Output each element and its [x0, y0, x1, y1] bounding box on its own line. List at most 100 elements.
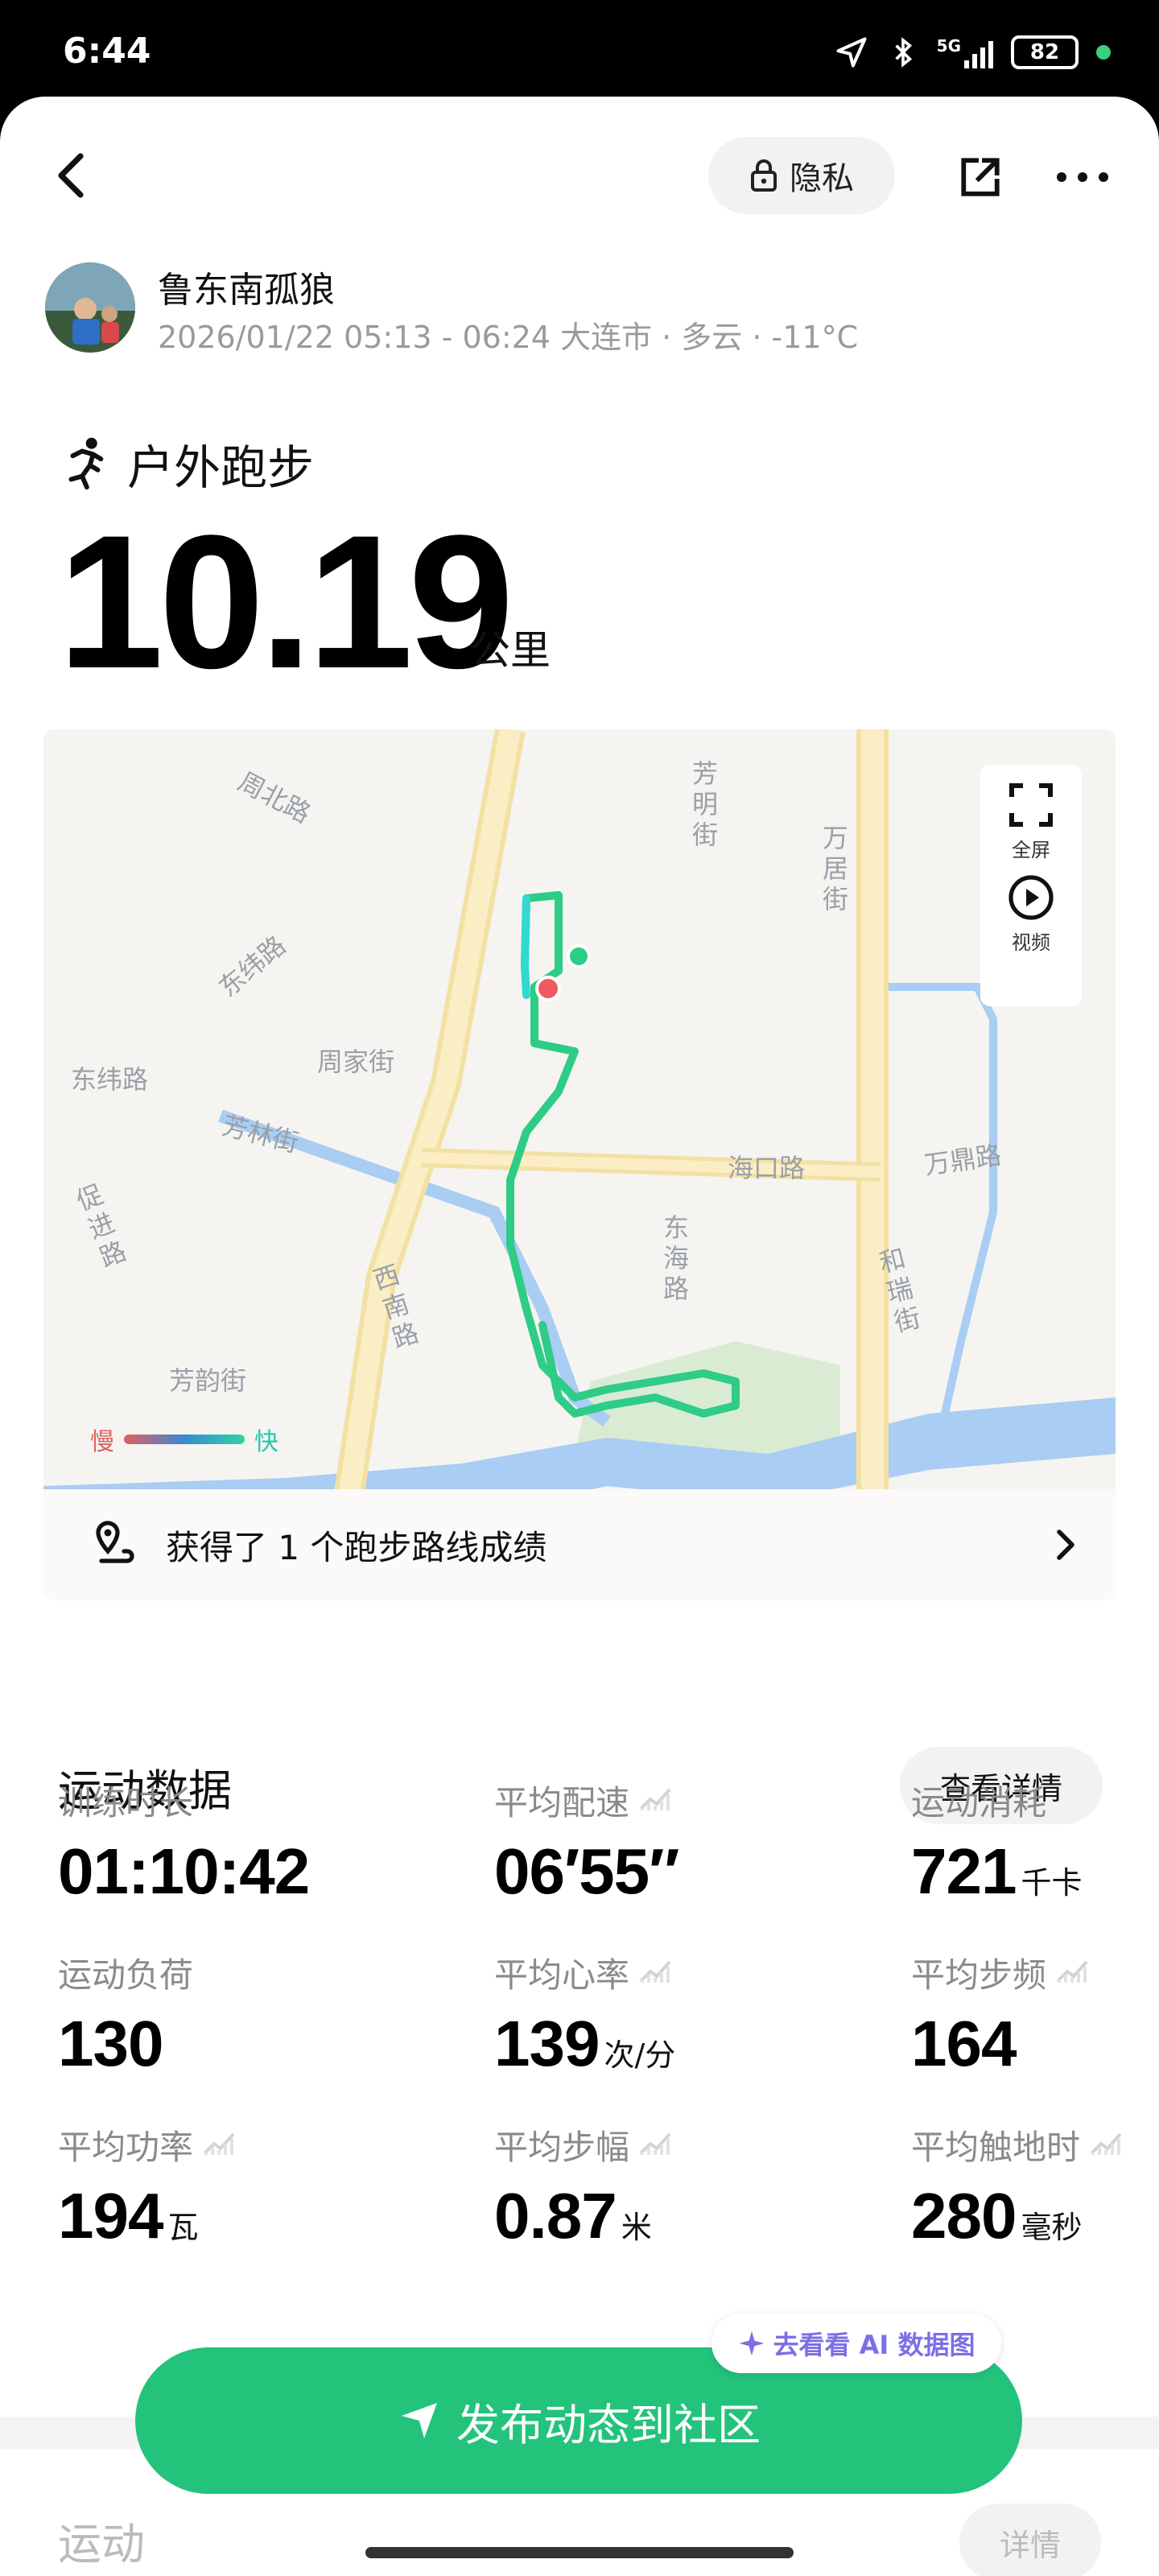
ai-chip-label: 去看看 AI 数据图	[773, 2330, 975, 2360]
trend-chart-icon[interactable]	[639, 1781, 674, 1820]
workout-meta: 2026/01/22 05:13 - 06:24 大连市 · 多云 · -11°…	[158, 320, 859, 355]
stat-label-text: 平均心率	[494, 1955, 630, 1995]
stat-value: 139	[494, 2008, 600, 2079]
end-marker	[535, 976, 561, 1001]
route-achievement-bar[interactable]: 获得了 1 个跑步路线成绩	[43, 1489, 1116, 1600]
stat-label-text: 运动负荷	[58, 1955, 194, 1995]
stat-value: 280	[911, 2180, 1017, 2252]
stat-value-row: 164	[911, 2007, 1091, 2081]
ai-data-chart-chip[interactable]: 去看看 AI 数据图	[711, 2314, 1001, 2373]
start-marker	[567, 944, 591, 968]
video-button[interactable]: 视频	[1007, 873, 1055, 955]
send-icon	[402, 2403, 437, 2438]
pace-legend: 慢 快	[90, 1422, 278, 1457]
street-label: 芳明街	[691, 758, 718, 850]
chart-icon	[1056, 1960, 1088, 1983]
stat-label: 平均步频	[911, 1948, 1091, 1997]
more-button[interactable]	[1046, 147, 1119, 208]
share-icon	[961, 158, 1000, 196]
stat-label: 训练时长	[58, 1776, 314, 1825]
route-map[interactable]: 周北路 东纬路 东纬路 周家街 芳林街 促进路 芳韵街 西南路 芳明街 万居街 …	[43, 729, 1116, 1600]
street-label: 东海路	[662, 1212, 689, 1304]
stat-value-row: 194 瓦	[58, 2179, 238, 2253]
stat-value: 06′55″	[494, 1835, 679, 1907]
home-indicator[interactable]	[365, 2547, 794, 2558]
trend-chart-icon[interactable]	[1090, 2125, 1125, 2165]
stat-item[interactable]: 运动消耗 721 千卡	[911, 1776, 1083, 1909]
play-circle-icon	[1008, 875, 1054, 920]
stat-label: 平均触地时	[911, 2120, 1125, 2169]
legend-gradient-bar	[124, 1435, 245, 1444]
achievement-text: 获得了 1 个跑步路线成绩	[166, 1527, 547, 1567]
status-time: 6:44	[63, 31, 151, 72]
stat-item[interactable]: 运动负荷 130	[58, 1948, 193, 2081]
share-button[interactable]	[950, 147, 1011, 208]
stat-unit: 米	[621, 2210, 652, 2245]
fullscreen-button[interactable]: 全屏	[1007, 781, 1055, 862]
fullscreen-icon	[1009, 783, 1053, 827]
stat-label: 平均步幅	[494, 2120, 674, 2169]
workout-detail-sheet: 隐私 鲁东南孤狼 2026/01/22 05:13 - 06:24 大连市 · …	[0, 97, 1159, 2576]
chart-icon	[639, 1960, 671, 1983]
stream	[881, 983, 997, 1415]
street-label: 万居街	[822, 823, 848, 914]
distance-value: 10.19	[58, 496, 514, 708]
street-label: 海口路	[728, 1153, 806, 1183]
stat-label: 运动负荷	[58, 1948, 193, 1997]
road-haikou-inner	[421, 1152, 881, 1178]
stat-value: 0.87	[494, 2180, 617, 2252]
legend-fast-label: 快	[254, 1428, 278, 1456]
route-pin-icon	[96, 1521, 134, 1563]
back-button[interactable]	[40, 145, 101, 206]
signal-icon: 5G	[937, 36, 993, 68]
stat-item[interactable]: 训练时长 01:10:42	[58, 1776, 314, 1909]
trend-chart-icon[interactable]	[1056, 1953, 1091, 1992]
chart-icon	[1090, 2132, 1122, 2155]
map-controls: 全屏 视频	[980, 765, 1082, 1006]
stat-label-text: 训练时长	[58, 1783, 194, 1823]
stat-value-row: 139 次/分	[494, 2007, 675, 2081]
back-arrow-icon	[58, 153, 84, 198]
location-icon	[836, 37, 867, 68]
stat-item[interactable]: 平均步频 164	[911, 1948, 1091, 2081]
lock-icon	[751, 159, 777, 192]
more-dots-icon	[1057, 172, 1108, 182]
stat-item[interactable]: 平均步幅 0.87 米	[494, 2120, 674, 2253]
stat-item[interactable]: 平均功率 194 瓦	[58, 2120, 238, 2253]
username[interactable]: 鲁东南孤狼	[158, 261, 335, 312]
street-label: 东纬路	[71, 1064, 149, 1095]
stat-item[interactable]: 平均心率 139 次/分	[494, 1948, 675, 2081]
stat-label-text: 平均步频	[911, 1955, 1047, 1995]
stat-label: 平均配速	[494, 1776, 683, 1825]
stat-unit: 毫秒	[1021, 2210, 1083, 2245]
stat-value-row: 280 毫秒	[911, 2179, 1125, 2253]
running-icon	[68, 437, 104, 490]
trend-chart-icon[interactable]	[203, 2125, 238, 2165]
stat-value-row: 01:10:42	[58, 1835, 314, 1909]
section2-details-button[interactable]: 详情	[959, 2504, 1101, 2576]
stat-unit: 次/分	[604, 2037, 676, 2073]
stat-item[interactable]: 平均配速 06′55″	[494, 1776, 683, 1909]
street-label: 芳韵街	[169, 1365, 247, 1396]
stat-value-row: 0.87 米	[494, 2179, 674, 2253]
stat-value-row: 06′55″	[494, 1835, 683, 1909]
section2-title: 运动	[58, 2519, 145, 2570]
stat-label-text: 平均功率	[58, 2128, 194, 2167]
stat-value: 164	[911, 2008, 1017, 2079]
privacy-button[interactable]: 隐私	[708, 137, 895, 214]
park-area	[575, 1341, 840, 1454]
stat-label-text: 平均配速	[494, 1783, 630, 1823]
status-icons: 5G 82	[834, 32, 1111, 72]
battery-icon: 82	[1011, 35, 1079, 69]
stat-item[interactable]: 平均触地时 280 毫秒	[911, 2120, 1125, 2253]
sparkle-icon	[739, 2330, 764, 2356]
stat-label-text: 平均步幅	[494, 2128, 630, 2167]
avatar-image	[45, 262, 135, 353]
fullscreen-label: 全屏	[1012, 839, 1050, 861]
trend-chart-icon[interactable]	[639, 2125, 674, 2165]
privacy-indicator-dot	[1096, 45, 1111, 60]
avatar[interactable]	[45, 262, 135, 353]
trend-chart-icon[interactable]	[639, 1953, 674, 1992]
stat-value: 130	[58, 2008, 163, 2079]
stat-unit: 千卡	[1021, 1865, 1083, 1901]
